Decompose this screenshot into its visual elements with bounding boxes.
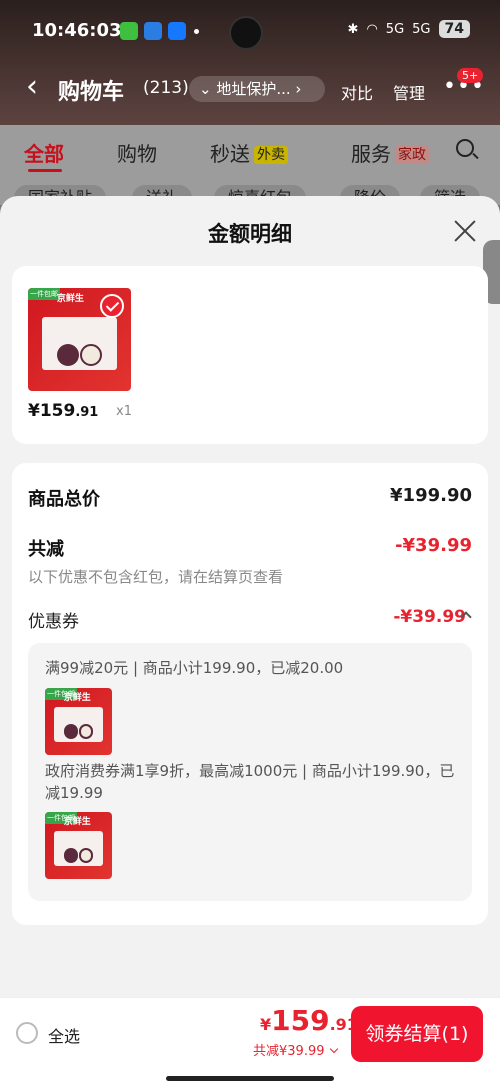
gift-box-graphic bbox=[42, 316, 117, 371]
saved-amount[interactable]: 共减¥39.99 bbox=[253, 1040, 338, 1059]
product-price-int: ¥159 bbox=[28, 401, 76, 421]
alipay-icon bbox=[168, 22, 186, 40]
back-icon[interactable]: ‹ bbox=[26, 72, 38, 102]
free-shipping-badge: 一件包邮 bbox=[28, 288, 60, 300]
gift-box-graphic bbox=[54, 830, 103, 866]
tab-express-label: 秒送 bbox=[210, 142, 250, 166]
compare-button[interactable]: 对比 bbox=[341, 80, 373, 104]
category-tabs: 全部 购物 秒送外卖 服务家政 国家补贴 送礼 惊喜红包 降价 筛选 bbox=[0, 125, 500, 211]
tab-service-label: 服务 bbox=[351, 142, 391, 166]
tab-service-tag: 家政 bbox=[395, 146, 429, 164]
tab-all[interactable]: 全部 bbox=[24, 138, 64, 167]
checkout-bar: 全选 ¥159.91 共减¥39.99 领券结算(1) bbox=[0, 997, 500, 1089]
price-summary-card: 商品总价 ¥199.90 共减 -¥39.99 以下优惠不包含红包，请在结算页查… bbox=[12, 463, 488, 925]
wechat-icon bbox=[120, 22, 138, 40]
product-price-dec: .91 bbox=[75, 405, 99, 420]
chevron-down-icon bbox=[329, 1044, 338, 1054]
brand-label: 京鲜生 bbox=[56, 294, 84, 305]
location-icon: ⌄ bbox=[199, 80, 217, 98]
signal-icon-1: 5G bbox=[385, 21, 405, 37]
goods-total-label: 商品总价 bbox=[28, 489, 100, 510]
goods-total-amount: ¥199.90 bbox=[390, 485, 472, 506]
notification-dot-icon bbox=[194, 29, 199, 34]
selected-check-icon bbox=[100, 294, 124, 318]
amount-detail-sheet: 金额明细 一件包邮 京鲜生 ¥159.91 x1 商品总价 ¥199.90 共减… bbox=[0, 196, 500, 1089]
gift-box-graphic bbox=[54, 706, 103, 742]
nav-bar: ‹ 购物车 (213) ⌄ 地址保护... › 对比 管理 ••• 5+ bbox=[0, 68, 500, 112]
message-badge: 5+ bbox=[457, 68, 484, 83]
bluetooth-icon: ✱ bbox=[347, 21, 359, 37]
saved-amount-text: 共减¥39.99 bbox=[253, 1044, 325, 1059]
clock: 10:46:03 bbox=[32, 20, 122, 41]
product-image[interactable]: 一件包邮 京鲜生 bbox=[28, 288, 131, 391]
header-background: 10:46:03 ✱ ◠ 5G 5G 74 ‹ 购物车 (213) ⌄ 地址保护… bbox=[0, 0, 500, 125]
tab-underline bbox=[28, 169, 62, 172]
tab-express[interactable]: 秒送 外卖 bbox=[210, 138, 288, 167]
coupon-amount[interactable]: -¥39.99 bbox=[393, 607, 466, 627]
manage-button[interactable]: 管理 bbox=[393, 80, 425, 104]
product-thumbnail: 一件包邮 京鲜生 bbox=[45, 812, 112, 879]
tab-express-tag: 外卖 bbox=[254, 146, 288, 164]
product-card: 一件包邮 京鲜生 ¥159.91 x1 bbox=[12, 266, 488, 444]
sheet-title: 金额明细 bbox=[208, 222, 292, 246]
product-thumbnail: 一件包邮 京鲜生 bbox=[45, 688, 112, 755]
select-all-label[interactable]: 全选 bbox=[48, 1023, 80, 1047]
total-currency: ¥ bbox=[260, 1015, 272, 1034]
home-indicator bbox=[166, 1076, 334, 1081]
wifi-icon: ◠ bbox=[366, 21, 378, 37]
mangosteen-open-graphic bbox=[78, 724, 94, 739]
tab-service[interactable]: 服务 家政 bbox=[351, 138, 429, 167]
mangosteen-open-graphic bbox=[78, 848, 94, 863]
product-quantity: x1 bbox=[116, 404, 132, 419]
status-icons: ✱ ◠ 5G 5G 74 bbox=[348, 20, 470, 38]
discount-amount: -¥39.99 bbox=[395, 535, 472, 556]
signal-icon-2: 5G bbox=[412, 21, 431, 37]
close-icon[interactable] bbox=[452, 218, 478, 244]
tab-shopping[interactable]: 购物 bbox=[117, 138, 157, 167]
address-text: 地址保护... bbox=[216, 80, 291, 98]
search-icon[interactable] bbox=[456, 139, 474, 157]
status-bar: 10:46:03 ✱ ◠ 5G 5G 74 bbox=[0, 0, 500, 62]
total-price: ¥159.91 bbox=[260, 1004, 358, 1037]
coupon-detail-box: 满99减20元 | 商品小计199.90，已减20.00 一件包邮 京鲜生 政府… bbox=[28, 643, 472, 901]
coupon-label[interactable]: 优惠券 bbox=[28, 607, 79, 632]
coupon-rule: 政府消费券满1享9折，最高减1000元 | 商品小计199.90，已减19.99 bbox=[45, 762, 455, 802]
total-price-int: 159 bbox=[271, 1004, 330, 1037]
discount-label: 共减 bbox=[28, 539, 64, 560]
product-price: ¥159.91 bbox=[28, 401, 98, 421]
page-title: 购物车 bbox=[58, 80, 125, 105]
brand-label: 京鲜生 bbox=[63, 817, 91, 827]
address-selector[interactable]: ⌄ 地址保护... › bbox=[189, 76, 325, 102]
cart-count: (213) bbox=[143, 78, 189, 98]
select-all-radio[interactable] bbox=[16, 1022, 38, 1044]
checkout-button[interactable]: 领券结算(1) bbox=[351, 1006, 483, 1062]
discount-note: 以下优惠不包含红包，请在结算页查看 bbox=[28, 568, 284, 586]
brand-label: 京鲜生 bbox=[63, 693, 91, 703]
coupon-rule: 满99减20元 | 商品小计199.90，已减20.00 bbox=[45, 659, 344, 677]
camera-cutout bbox=[229, 16, 263, 50]
battery-icon: 74 bbox=[438, 20, 470, 38]
app-icon bbox=[144, 22, 162, 40]
